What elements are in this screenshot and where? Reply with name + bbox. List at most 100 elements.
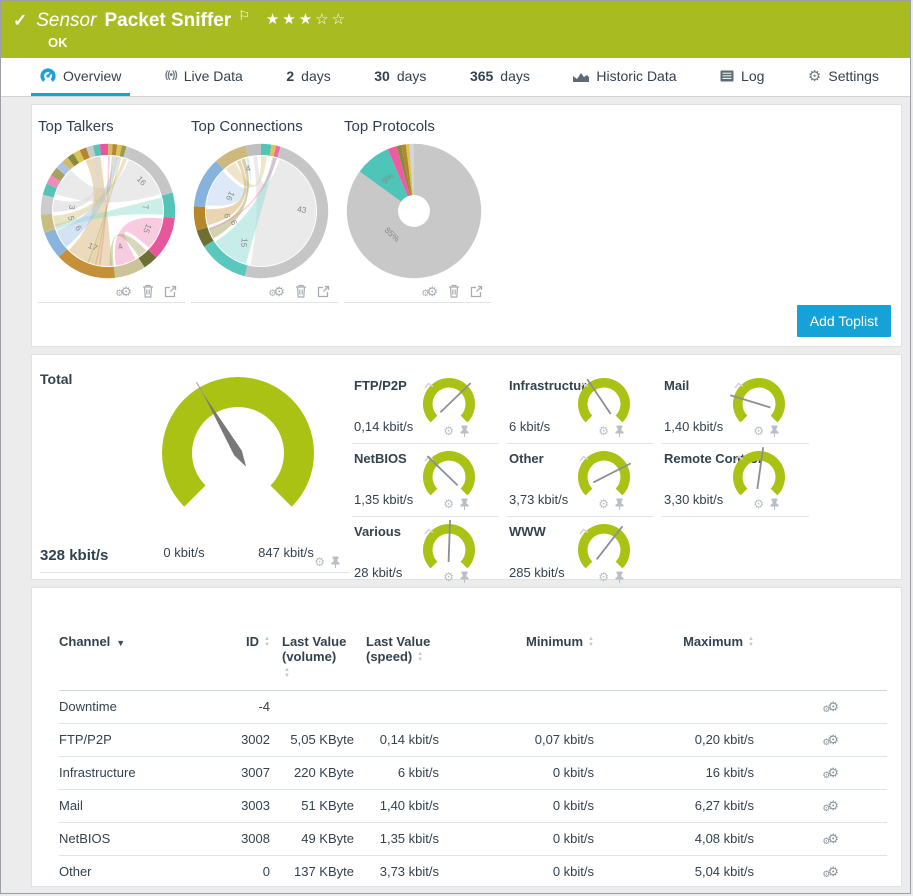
pin-icon[interactable] [770, 498, 779, 510]
channel-settings-icon[interactable]: ⚙⚙ [827, 732, 839, 747]
channel-gauge-title: WWW [509, 524, 546, 539]
priority-stars[interactable]: ★★★☆☆ [266, 10, 348, 28]
gauge-cell-remote-control: Remote Control3,30 kbit/s⚙ [662, 444, 809, 517]
log-icon [720, 70, 734, 82]
tab-365-days[interactable]: 365days [461, 58, 539, 96]
cell-actions: ⚙⚙ [754, 855, 887, 887]
tab-number: 30 [374, 68, 390, 84]
channel-gauge-ftp-p2p [417, 372, 481, 430]
table-row-downtime: Downtime-4⚙⚙ [59, 690, 887, 723]
toplist-top-protocols: Top Protocols 9%85% ⚙⚙ [344, 118, 496, 303]
gauge-settings-gear-icon[interactable]: ⚙ [753, 424, 764, 438]
channel-gauge-value: 3,30 kbit/s [664, 492, 723, 507]
total-gauge-value: 328 kbit/s [40, 547, 108, 564]
channel-settings-icon[interactable]: ⚙⚙ [827, 831, 839, 846]
gauge-settings-gear-icon[interactable]: ⚙ [753, 497, 764, 511]
toplist-chart-top-protocols[interactable]: 9%85% [344, 141, 484, 281]
external-link-icon[interactable] [164, 285, 177, 298]
pin-icon[interactable] [615, 498, 624, 510]
gauge-settings-gear-icon[interactable]: ⚙ [443, 424, 454, 438]
pin-icon[interactable] [460, 571, 469, 583]
tab-overview[interactable]: Overview [31, 58, 130, 96]
table-row-netbios: NetBIOS300849 KByte1,35 kbit/s0 kbit/s4,… [59, 822, 887, 855]
tab-30-days[interactable]: 30 days [365, 58, 435, 96]
page-frame: ✓ Sensor Packet Sniffer ⚐ ★★★☆☆ OK Overv… [0, 0, 911, 894]
total-gauge-title: Total [40, 371, 72, 387]
tab-2-days[interactable]: 2days [277, 58, 339, 96]
priority-flag-icon[interactable]: ⚐ [238, 8, 250, 24]
pin-icon[interactable] [770, 425, 779, 437]
channel-gauge-value: 285 kbit/s [509, 565, 565, 580]
cell-id: -4 [219, 690, 270, 723]
delete-trash-icon[interactable] [448, 284, 460, 298]
channel-gauge-title: Various [354, 524, 401, 539]
delete-trash-icon[interactable] [142, 284, 154, 298]
gauge-settings-gear-icon[interactable]: ⚙ [598, 424, 609, 438]
toplist-settings-icon[interactable]: ⚙⚙ [426, 285, 438, 298]
pin-icon[interactable] [460, 498, 469, 510]
toplist-settings-icon[interactable]: ⚙⚙ [273, 285, 285, 298]
tab-label: days [500, 68, 530, 84]
tab-number: 2 [286, 68, 294, 84]
sort-desc-icon: ▼ [116, 638, 125, 648]
pin-icon[interactable] [331, 556, 340, 568]
tab-label: Overview [63, 68, 121, 84]
cell-min: 0 kbit/s [439, 855, 594, 887]
column-header-channel[interactable]: Channel▼ [59, 634, 219, 690]
column-header-last-value-volume-[interactable]: Last Value(volume)▲▼ [270, 634, 354, 690]
pin-icon[interactable] [460, 425, 469, 437]
gauge-icon [40, 68, 56, 84]
channel-gauge-title: Other [509, 451, 544, 466]
external-link-icon[interactable] [317, 285, 330, 298]
sort-icon: ▲▼ [417, 652, 423, 664]
sort-icon: ▲▼ [264, 637, 270, 649]
column-header-maximum[interactable]: Maximum▲▼ [594, 634, 754, 690]
gauge-settings-gear-icon[interactable]: ⚙ [443, 497, 454, 511]
tab-log[interactable]: Log [711, 58, 773, 96]
cell-channel: FTP/P2P [59, 723, 219, 756]
external-link-icon[interactable] [470, 285, 483, 298]
delete-trash-icon[interactable] [295, 284, 307, 298]
toplist-chart-top-connections[interactable]: 431615664 [191, 141, 331, 281]
cell-max [594, 690, 754, 723]
cell-max: 0,20 kbit/s [594, 723, 754, 756]
cell-speed: 1,35 kbit/s [354, 822, 439, 855]
page-title: Packet Sniffer [104, 10, 231, 32]
gauge-settings-gear-icon[interactable]: ⚙ [598, 497, 609, 511]
cell-id: 3008 [219, 822, 270, 855]
channel-settings-icon[interactable]: ⚙⚙ [827, 864, 839, 879]
cell-speed: 1,40 kbit/s [354, 789, 439, 822]
gauge-settings-gear-icon[interactable]: ⚙ [598, 570, 609, 584]
cell-volume: 5,05 KByte [270, 723, 354, 756]
channels-table-panel: Channel▼ID▲▼Last Value(volume)▲▼Last Val… [31, 587, 902, 887]
toplist-settings-icon[interactable]: ⚙⚙ [120, 285, 132, 298]
pin-icon[interactable] [615, 425, 624, 437]
tab-historic-data[interactable]: Historic Data [564, 58, 685, 96]
channel-settings-icon[interactable]: ⚙⚙ [827, 699, 839, 714]
tab-label: Historic Data [596, 68, 676, 84]
gauge-settings-gear-icon[interactable]: ⚙ [443, 570, 454, 584]
tab-settings[interactable]: ⚙Settings [799, 58, 888, 96]
cell-actions: ⚙⚙ [754, 822, 887, 855]
channels-table: Channel▼ID▲▼Last Value(volume)▲▼Last Val… [59, 634, 887, 887]
column-header-actions [754, 634, 887, 690]
gauge-settings-gear-icon[interactable]: ⚙ [314, 555, 325, 569]
channel-gauge-value: 6 kbit/s [509, 419, 550, 434]
column-header-last-value-speed-[interactable]: Last Value(speed)▲▼ [354, 634, 439, 690]
pin-icon[interactable] [615, 571, 624, 583]
tab-label: days [397, 68, 427, 84]
tab-live-data[interactable]: ((•))Live Data [156, 58, 252, 96]
column-header-id[interactable]: ID▲▼ [219, 634, 270, 690]
channel-settings-icon[interactable]: ⚙⚙ [827, 798, 839, 813]
add-toplist-button[interactable]: Add Toplist [797, 305, 891, 337]
gauge-cell-various: Various28 kbit/s⚙ [352, 517, 499, 590]
cell-id: 3003 [219, 789, 270, 822]
column-header-minimum[interactable]: Minimum▲▼ [439, 634, 594, 690]
gauges-panel: Total 0 kbit/s 847 kbit/s 328 kbit/s ⚙ F… [31, 354, 902, 580]
gauge-min-label: 0 kbit/s [147, 545, 221, 560]
toplist-chart-top-talkers[interactable]: 16715417653 [38, 141, 178, 281]
channel-settings-icon[interactable]: ⚙⚙ [827, 765, 839, 780]
toplist-title: Top Protocols [344, 118, 496, 135]
broadcast-icon: ((•)) [165, 70, 177, 81]
gauge-cell-empty [662, 517, 809, 590]
